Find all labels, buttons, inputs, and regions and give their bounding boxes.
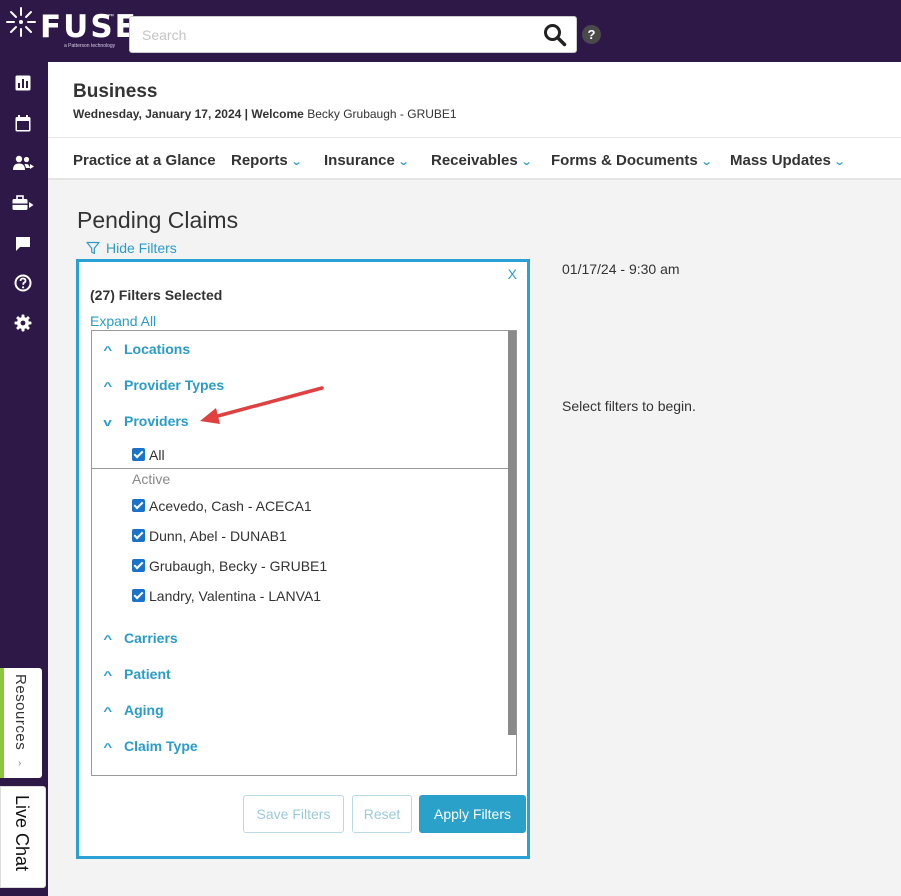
save-filters-button[interactable]: Save Filters — [243, 795, 344, 833]
close-icon[interactable]: X — [508, 266, 517, 282]
section-label: Locations — [124, 341, 191, 357]
top-bar: FUSE ™ a Patterson technology ? — [0, 0, 901, 62]
filter-section-patient[interactable]: ^ Patient — [103, 666, 171, 682]
calendar-icon[interactable] — [12, 112, 34, 134]
separator: | — [244, 107, 249, 121]
list-divider — [92, 468, 509, 469]
user-name: Becky Grubaugh - GRUBE1 — [307, 107, 457, 121]
filters-selected-count: (27) Filters Selected — [90, 287, 223, 303]
provider-checkbox[interactable]: Dunn, Abel - DUNAB1 — [132, 528, 287, 544]
checkbox-checked-icon[interactable] — [132, 529, 145, 542]
checkbox-checked-icon[interactable] — [132, 448, 145, 461]
filter-icon — [86, 241, 100, 255]
apply-filters-button[interactable]: Apply Filters — [419, 795, 526, 833]
help-icon[interactable]: ? — [582, 25, 601, 44]
search-input[interactable] — [130, 17, 530, 52]
providers-all-checkbox[interactable]: All — [132, 447, 165, 463]
search-box — [129, 16, 577, 53]
nav-mass-updates[interactable]: Mass Updates ⌄ — [730, 152, 846, 169]
provider-checkbox[interactable]: Landry, Valentina - LANVA1 — [132, 588, 321, 604]
checkbox-label: Dunn, Abel - DUNAB1 — [149, 528, 287, 544]
checkbox-label: Landry, Valentina - LANVA1 — [149, 588, 321, 604]
resources-tab[interactable]: Resources › — [0, 668, 42, 778]
provider-checkbox[interactable]: Grubaugh, Becky - GRUBE1 — [132, 558, 327, 574]
checkbox-label: Grubaugh, Becky - GRUBE1 — [149, 558, 328, 574]
chevron-right-icon: › — [18, 758, 22, 769]
provider-checkbox[interactable]: Acevedo, Cash - ACECA1 — [132, 498, 312, 514]
checkbox-label: Acevedo, Cash - ACECA1 — [149, 498, 312, 514]
scrollbar[interactable] — [508, 331, 516, 735]
patients-icon[interactable] — [12, 152, 34, 174]
filter-section-locations[interactable]: ^ Locations — [103, 341, 191, 357]
group-label-active: Active — [132, 471, 171, 487]
chevron-down-icon: ⌄ — [397, 156, 410, 168]
chevron-down-icon: ⌄ — [290, 156, 303, 168]
checkbox-checked-icon[interactable] — [132, 559, 145, 572]
section-label: Claim Type — [124, 738, 198, 754]
page-header: Business Wednesday, January 17, 2024 | W… — [48, 62, 901, 180]
expand-all-link[interactable]: Expand All — [90, 313, 156, 329]
nav-label: Practice at a Glance — [73, 152, 216, 169]
nav-label: Insurance — [324, 152, 395, 169]
chevron-up-icon: ^ — [103, 706, 113, 718]
nav-insurance[interactable]: Insurance ⌄ — [324, 152, 410, 169]
section-label: Providers — [124, 413, 189, 429]
filter-section-aging[interactable]: ^ Aging — [103, 702, 164, 718]
nav-label: Mass Updates — [730, 152, 831, 169]
trademark: ™ — [108, 14, 114, 20]
nav-forms-documents[interactable]: Forms & Documents ⌄ — [551, 152, 713, 169]
filter-section-claim-type[interactable]: ^ Claim Type — [103, 738, 198, 754]
chevron-up-icon: ^ — [103, 634, 113, 646]
welcome-label: Welcome — [251, 107, 304, 121]
section-label: Aging — [124, 702, 164, 718]
section-label: Carriers — [124, 630, 178, 646]
filter-panel: X (27) Filters Selected Expand All ^ Loca… — [76, 259, 530, 859]
chevron-down-icon: ⌄ — [520, 156, 533, 168]
nav-practice-at-a-glance[interactable]: Practice at a Glance — [73, 152, 216, 169]
main-title: Pending Claims — [77, 207, 239, 233]
header-divider — [48, 137, 901, 138]
brand-name: FUSE — [40, 9, 138, 45]
reset-button[interactable]: Reset — [352, 795, 412, 833]
timestamp: 01/17/24 - 9:30 am — [562, 261, 680, 277]
filter-section-carriers[interactable]: ^ Carriers — [103, 630, 178, 646]
date-welcome-line: Wednesday, January 17, 2024 | Welcome Be… — [73, 107, 457, 121]
live-chat-tab[interactable]: Live Chat — [0, 786, 46, 888]
business-icon[interactable] — [12, 192, 34, 214]
section-label: Patient — [124, 666, 171, 682]
hide-filters-label: Hide Filters — [106, 240, 177, 256]
chevron-up-icon: ^ — [103, 345, 113, 357]
settings-icon[interactable] — [12, 312, 34, 334]
chevron-down-icon: ⌄ — [700, 156, 713, 168]
messages-icon[interactable] — [12, 233, 34, 255]
brand-tagline: a Patterson technology — [64, 43, 116, 49]
chevron-down-icon: ⌄ — [833, 156, 846, 168]
chevron-up-icon: ^ — [103, 742, 113, 754]
sunburst-logo-icon — [6, 7, 36, 37]
nav-reports[interactable]: Reports ⌄ — [231, 152, 303, 169]
dashboard-icon[interactable] — [12, 72, 34, 94]
annotation-arrow-icon — [200, 386, 324, 424]
nav-label: Receivables — [431, 152, 518, 169]
chevron-up-icon: ^ — [103, 670, 113, 682]
nav-label: Reports — [231, 152, 288, 169]
help-icon[interactable] — [12, 272, 34, 294]
search-icon[interactable] — [542, 22, 568, 48]
chevron-up-icon: ^ — [103, 381, 113, 393]
page-title: Business — [73, 81, 158, 102]
live-chat-label: Live Chat — [12, 795, 32, 872]
empty-state-message: Select filters to begin. — [562, 398, 696, 414]
filter-section-providers[interactable]: v Providers — [103, 413, 189, 429]
checkbox-label: All — [149, 447, 165, 463]
current-date: Wednesday, January 17, 2024 — [73, 107, 242, 121]
nav-label: Forms & Documents — [551, 152, 698, 169]
resources-label: Resources — [12, 674, 29, 751]
checkbox-checked-icon[interactable] — [132, 589, 145, 602]
nav-receivables[interactable]: Receivables ⌄ — [431, 152, 533, 169]
checkbox-checked-icon[interactable] — [132, 499, 145, 512]
fuse-logo[interactable]: FUSE ™ a Patterson technology — [4, 5, 136, 51]
chevron-down-icon: v — [103, 417, 112, 429]
hide-filters-link[interactable]: Hide Filters — [86, 240, 177, 256]
